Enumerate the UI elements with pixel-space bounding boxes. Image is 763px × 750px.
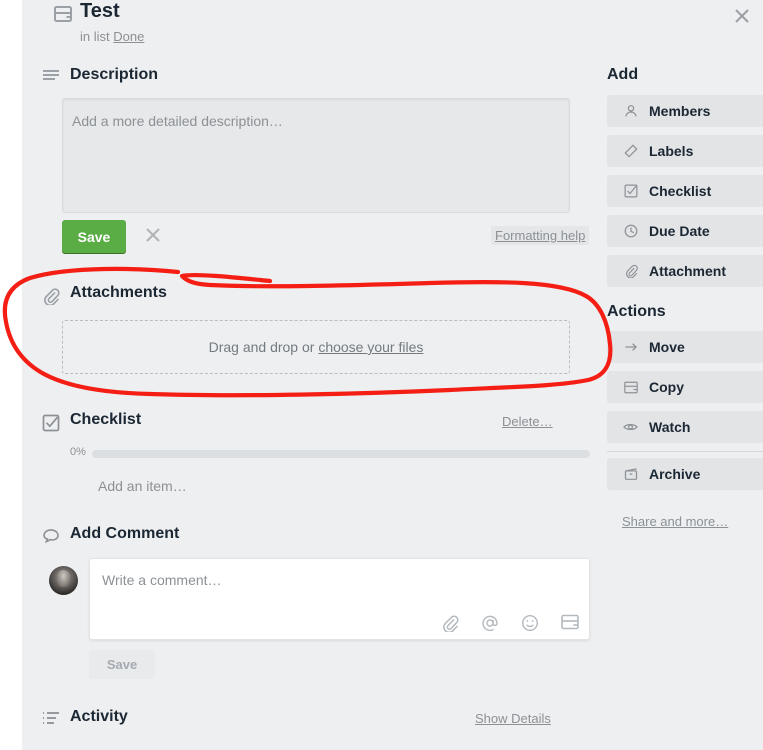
dropzone-prefix: Drag and drop or	[208, 339, 319, 355]
mention-at-icon[interactable]	[481, 614, 499, 632]
sidebar-item-label: Due Date	[649, 223, 710, 239]
checklist-percent-label: 0%	[70, 446, 86, 458]
sidebar-item-label: Move	[649, 339, 685, 355]
sidebar-item-members[interactable]: Members	[607, 95, 763, 127]
comment-input[interactable]: Write a comment…	[89, 558, 590, 640]
sidebar-item-label: Attachment	[649, 263, 727, 279]
comment-placeholder: Write a comment…	[102, 572, 222, 588]
card-header: Test in list Done	[32, 0, 763, 56]
card-detail-panel: Test in list Done Description Add a more…	[22, 0, 763, 750]
sidebar-add-heading: Add	[607, 66, 639, 83]
list-name-link[interactable]: Done	[113, 29, 144, 44]
comment-toolbar	[441, 614, 579, 632]
checkbox-checked-icon	[42, 414, 62, 432]
comment-save-button[interactable]: Save	[89, 650, 155, 679]
description-heading: Description	[70, 66, 159, 83]
sidebar-item-archive[interactable]: Archive	[607, 458, 763, 490]
in-list-label: in list	[80, 29, 110, 44]
sidebar-item-label: Watch	[649, 419, 691, 435]
attachments-heading: Attachments	[70, 284, 167, 301]
checklist-heading: Checklist	[70, 411, 142, 428]
arrow-right-icon	[623, 340, 638, 355]
page-title: Test	[80, 0, 120, 22]
paperclip-icon	[623, 264, 638, 279]
speech-bubble-icon	[42, 528, 62, 546]
sidebar-item-attachment[interactable]: Attachment	[607, 255, 763, 287]
description-placeholder: Add a more detailed description…	[72, 113, 283, 129]
comment-heading: Add Comment	[70, 525, 180, 542]
sidebar-item-checklist[interactable]: Checklist	[607, 175, 763, 207]
description-textarea[interactable]: Add a more detailed description…	[62, 98, 570, 213]
checkbox-checked-icon	[623, 184, 638, 199]
attachment-dropzone[interactable]: Drag and drop or choose your files	[62, 320, 570, 374]
archive-box-icon	[623, 467, 638, 482]
sidebar-actions-heading: Actions	[607, 303, 666, 320]
person-icon	[623, 104, 638, 119]
sidebar-item-move[interactable]: Move	[607, 331, 763, 363]
sidebar-item-label: Members	[649, 103, 711, 119]
activity-heading: Activity	[70, 708, 128, 725]
eye-icon	[623, 420, 638, 435]
sidebar-item-label: Archive	[649, 466, 701, 482]
description-save-button[interactable]: Save	[62, 220, 126, 253]
paperclip-icon[interactable]	[441, 614, 459, 632]
label-tag-icon	[623, 144, 638, 159]
checklist-progress-bar	[92, 450, 590, 458]
card-icon	[623, 380, 638, 395]
close-icon[interactable]	[727, 1, 757, 31]
description-lines-icon	[42, 69, 62, 87]
sidebar-item-labels[interactable]: Labels	[607, 135, 763, 167]
emoji-smiley-icon[interactable]	[521, 614, 539, 632]
sidebar-item-label: Labels	[649, 143, 694, 159]
card-list-location: in list Done	[80, 29, 144, 44]
activity-list-icon	[42, 711, 62, 729]
sidebar-item-watch[interactable]: Watch	[607, 411, 763, 443]
sidebar-item-copy[interactable]: Copy	[607, 371, 763, 403]
description-cancel-icon[interactable]	[140, 222, 166, 248]
checklist-add-item-button[interactable]: Add an item…	[98, 478, 187, 494]
sidebar-item-label: Checklist	[649, 183, 712, 199]
sidebar-item-label: Copy	[649, 379, 684, 395]
clock-icon	[623, 224, 638, 239]
sidebar-divider	[607, 451, 763, 452]
sidebar-item-due-date[interactable]: Due Date	[607, 215, 763, 247]
card-icon	[54, 6, 72, 22]
formatting-help-link[interactable]: Formatting help	[491, 226, 590, 245]
choose-files-link[interactable]: choose your files	[318, 339, 423, 355]
show-details-link[interactable]: Show Details	[475, 711, 551, 726]
card-detail-screen: Test in list Done Description Add a more…	[0, 0, 763, 750]
checklist-delete-link[interactable]: Delete…	[502, 414, 553, 429]
share-and-more-link[interactable]: Share and more…	[622, 514, 728, 529]
card-icon[interactable]	[561, 614, 579, 632]
paperclip-icon	[42, 287, 62, 305]
dropzone-text: Drag and drop or choose your files	[209, 339, 424, 355]
avatar	[49, 566, 78, 595]
